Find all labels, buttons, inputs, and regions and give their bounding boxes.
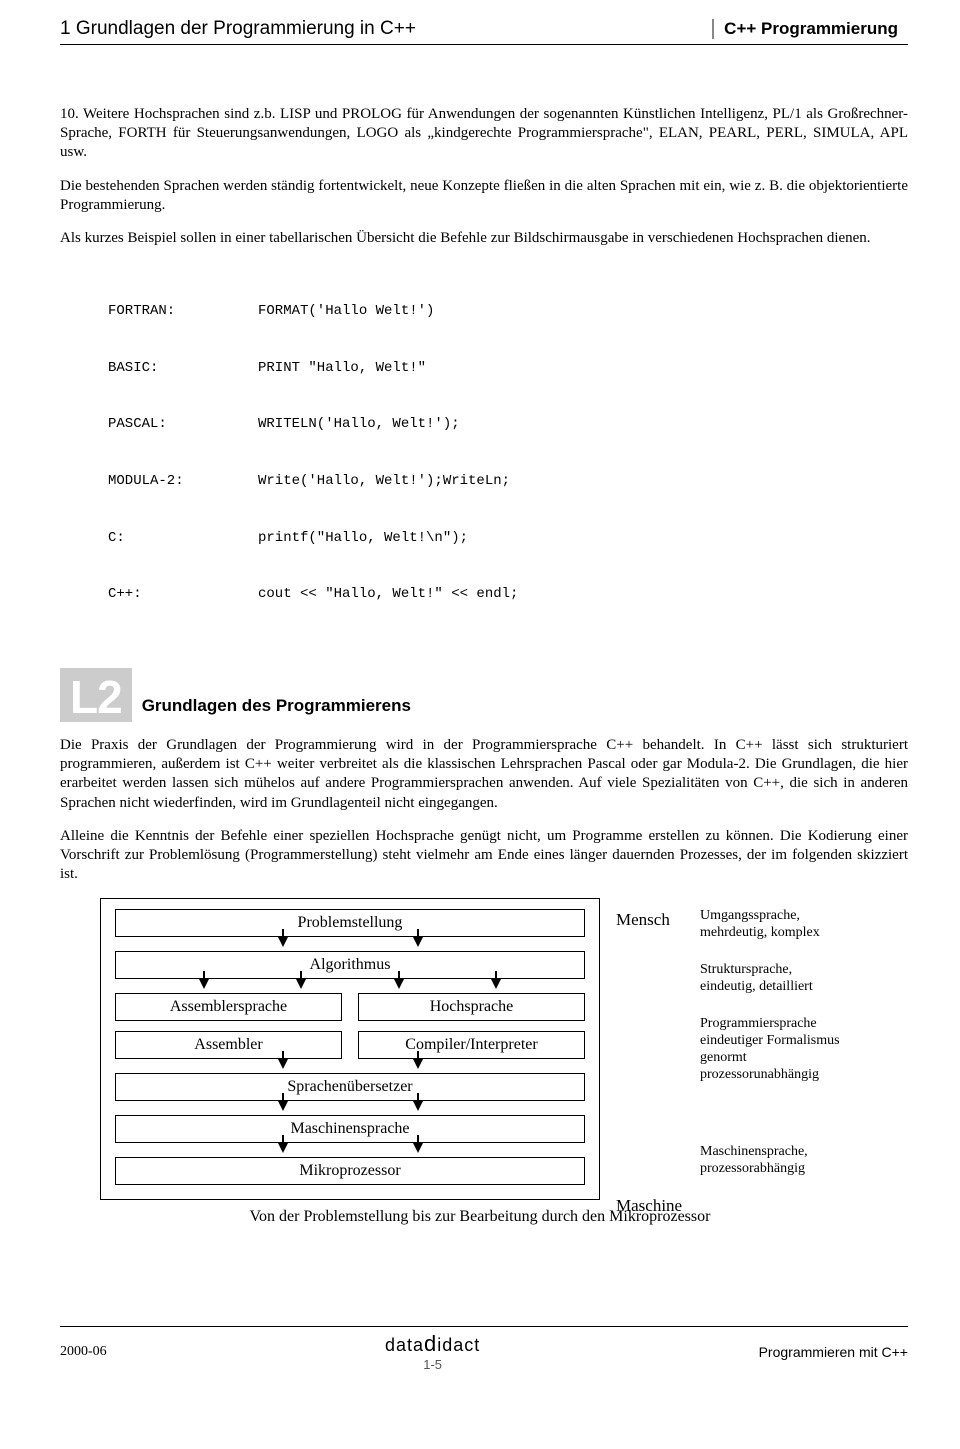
process-diagram: Problemstellung Algorithmus Assemblerspr… [100, 898, 860, 1226]
paragraph-3: Als kurzes Beispiel sollen in einer tabe… [60, 229, 908, 248]
code-example-block: FORTRAN:FORMAT('Hallo Welt!') BASIC:PRIN… [108, 264, 908, 642]
arrow-down-icon [413, 937, 423, 947]
arrow-down-icon [394, 979, 404, 989]
diagram-label-mensch: Mensch [616, 910, 670, 930]
diagram-box-problem: Problemstellung [115, 909, 585, 937]
footer-brand: datadidact 1-5 [385, 1331, 480, 1372]
code-stmt: cout << "Hallo, Welt!" << endl; [258, 585, 518, 604]
footer-date: 2000-06 [60, 1344, 107, 1360]
paragraph-2: Die bestehenden Sprachen werden ständig … [60, 177, 908, 215]
footer-page: 1-5 [423, 1357, 442, 1372]
arrow-down-icon [413, 1101, 423, 1111]
arrow-down-icon [278, 1101, 288, 1111]
code-lang: C: [108, 529, 258, 548]
code-stmt: printf("Hallo, Welt!\n"); [258, 529, 468, 548]
diagram-box-mikroprozessor: Mikroprozessor [115, 1157, 585, 1185]
section-title: Grundlagen des Programmierens [142, 696, 411, 722]
arrow-down-icon [491, 979, 501, 989]
code-lang: FORTRAN: [108, 302, 258, 321]
arrow-down-icon [296, 979, 306, 989]
diagram-box-hochsprache: Hochsprache [358, 993, 585, 1021]
diagram-box-translator: Sprachenübersetzer [115, 1073, 585, 1101]
diagram-box-compiler: Compiler/Interpreter [358, 1031, 585, 1059]
arrow-down-icon [278, 937, 288, 947]
diagram-note-algo: Struktursprache, eindeutig, detailliert [700, 962, 813, 996]
footer-right: Programmieren mit C++ [759, 1344, 908, 1360]
arrow-down-icon [413, 1059, 423, 1069]
chapter-title-left: 1 Grundlagen der Programmierung in C++ [60, 18, 416, 40]
code-stmt: FORMAT('Hallo Welt!') [258, 302, 434, 321]
code-lang: C++: [108, 585, 258, 604]
diagram-box-algorithmus: Algorithmus [115, 951, 585, 979]
diagram-box-assemblersprache: Assemblersprache [115, 993, 342, 1021]
diagram-label-maschine: Maschine [616, 1196, 682, 1216]
chapter-title-right: C++ Programmierung [712, 19, 908, 39]
page-footer: 2000-06 datadidact 1-5 Programmieren mit… [60, 1326, 908, 1372]
arrow-down-icon [278, 1143, 288, 1153]
diagram-note-lang: Programmiersprache eindeutiger Formalism… [700, 1016, 840, 1083]
code-lang: MODULA-2: [108, 472, 258, 491]
paragraph-4: Die Praxis der Grundlagen der Programmie… [60, 736, 908, 813]
code-lang: PASCAL: [108, 415, 258, 434]
section-heading-row: L2 Grundlagen des Programmierens [60, 668, 908, 722]
code-stmt: Write('Hallo, Welt!');WriteLn; [258, 472, 510, 491]
chapter-header: 1 Grundlagen der Programmierung in C++ C… [60, 18, 908, 45]
paragraph-5: Alleine die Kenntnis der Befehle einer s… [60, 827, 908, 885]
diagram-note-machine: Maschinensprache, prozessorabhängig [700, 1144, 808, 1178]
code-stmt: WRITELN('Hallo, Welt!'); [258, 415, 460, 434]
diagram-box-assembler: Assembler [115, 1031, 342, 1059]
diagram-note-problem: Umgangssprache, mehrdeutig, komplex [700, 908, 820, 942]
diagram-box-maschinensprache: Maschinensprache [115, 1115, 585, 1143]
section-badge: L2 [60, 668, 132, 722]
diagram-caption: Von der Problemstellung bis zur Bearbeit… [100, 1208, 860, 1226]
arrow-down-icon [413, 1143, 423, 1153]
code-lang: BASIC: [108, 359, 258, 378]
arrow-down-icon [199, 979, 209, 989]
code-stmt: PRINT "Hallo, Welt!" [258, 359, 426, 378]
arrow-down-icon [278, 1059, 288, 1069]
paragraph-1: 10. Weitere Hochsprachen sind z.b. LISP … [60, 105, 908, 163]
